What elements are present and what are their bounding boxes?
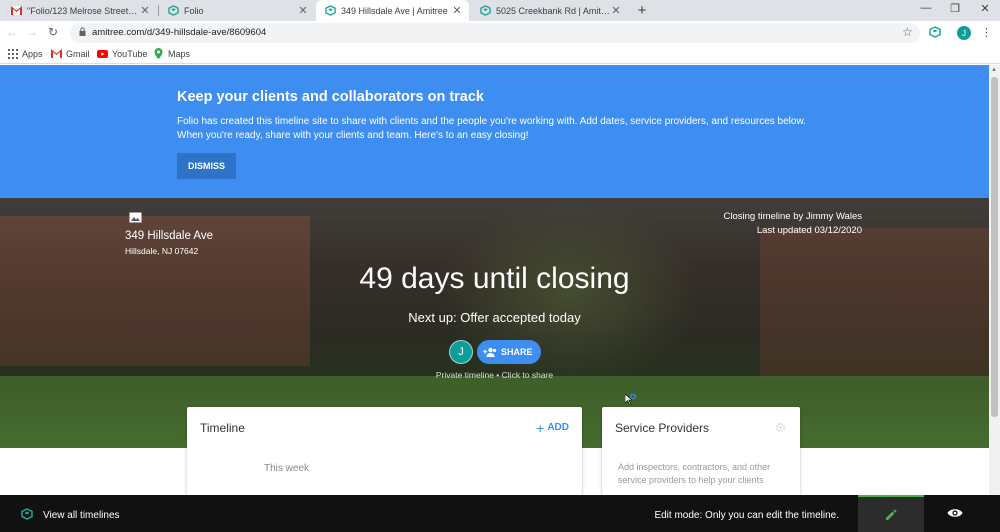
- gmail-icon: [51, 48, 62, 59]
- tab-gmail[interactable]: "Folio/123 Melrose Street" (2) - j ✕: [2, 0, 157, 21]
- pencil-icon: [886, 508, 897, 520]
- property-city: Hillsdale, NJ 07642: [125, 246, 199, 256]
- days-until-closing: 49 days until closing: [359, 262, 630, 295]
- tab-strip: "Folio/123 Melrose Street" (2) - j ✕ Fol…: [0, 0, 1000, 21]
- amitree-icon: [480, 5, 491, 16]
- eye-icon[interactable]: [947, 507, 963, 519]
- next-up-text: Next up: Offer accepted today: [408, 310, 581, 325]
- service-providers-card: Service Providers Add inspectors, contra…: [602, 407, 800, 495]
- timeline-title: Timeline: [200, 421, 245, 435]
- image-icon[interactable]: [129, 212, 142, 223]
- timeline-card: Timeline + ADD This week: [187, 407, 582, 495]
- amitree-icon: [325, 5, 336, 16]
- amitree-logo-icon: [21, 508, 33, 520]
- service-providers-title: Service Providers: [615, 421, 710, 435]
- edit-mode-button[interactable]: [858, 495, 924, 532]
- gmail-icon: [11, 6, 22, 15]
- this-week-label: This week: [264, 463, 310, 474]
- lock-icon: [79, 27, 86, 36]
- dismiss-button[interactable]: DISMISS: [177, 153, 236, 179]
- property-address: 349 Hillsdale Ave: [125, 230, 214, 242]
- maps-pin-icon: [153, 48, 164, 59]
- service-providers-text: Add inspectors, contractors, and other s…: [618, 462, 771, 485]
- folio-icon: [168, 5, 179, 16]
- scroll-thumb[interactable]: [991, 77, 998, 417]
- window-close-icon[interactable]: ✕: [975, 2, 995, 15]
- bookmark-star-icon[interactable]: ☆: [902, 25, 913, 39]
- url-text: amitree.com/d/349-hillsdale-ave/8609604: [92, 27, 267, 38]
- bookmark-label: Maps: [168, 48, 191, 59]
- page-scrollbar[interactable]: ▲: [989, 65, 1000, 495]
- close-icon[interactable]: ✕: [610, 4, 622, 17]
- bookmark-maps[interactable]: Maps: [153, 48, 190, 59]
- last-updated: Last updated 03/12/2020: [756, 225, 862, 236]
- share-label: SHARE: [501, 347, 533, 357]
- user-avatar[interactable]: J: [449, 340, 473, 364]
- bookmark-label: Gmail: [66, 48, 90, 59]
- apps-grid-icon: [7, 48, 18, 59]
- new-tab-icon[interactable]: +: [634, 2, 650, 19]
- maximize-icon[interactable]: ❐: [945, 2, 965, 15]
- scroll-up-icon[interactable]: ▲: [991, 67, 997, 73]
- bookmarks-bar: Apps Gmail YouTube Maps: [0, 45, 1000, 64]
- private-timeline-text[interactable]: Private timeline • Click to share: [0, 370, 989, 380]
- tab-hillsdale[interactable]: 349 Hillsdale Ave | Amitree ✕: [316, 0, 469, 21]
- add-label: ADD: [547, 422, 569, 433]
- reload-icon[interactable]: ↻: [45, 25, 61, 39]
- add-people-icon: [483, 347, 497, 357]
- close-icon[interactable]: ✕: [139, 4, 151, 17]
- tab-title: Folio: [184, 5, 204, 16]
- youtube-icon: [97, 48, 108, 59]
- tab-title: 349 Hillsdale Ave | Amitree: [341, 5, 448, 16]
- plus-icon: +: [536, 419, 545, 436]
- address-bar[interactable]: amitree.com/d/349-hillsdale-ave/8609604 …: [70, 23, 920, 43]
- bookmark-label: Apps: [22, 48, 43, 59]
- close-icon[interactable]: ✕: [297, 4, 309, 17]
- closing-timeline-by: Closing timeline by Jimmy Wales: [723, 211, 863, 222]
- bookmark-gmail[interactable]: Gmail: [51, 48, 90, 59]
- view-all-timelines-link[interactable]: View all timelines: [43, 510, 120, 521]
- share-button[interactable]: SHARE: [477, 340, 541, 364]
- busy-cursor-icon: [625, 394, 636, 406]
- close-icon[interactable]: ✕: [451, 4, 463, 17]
- minimize-icon[interactable]: —: [916, 2, 936, 14]
- edit-mode-text: Edit mode: Only you can edit the timelin…: [654, 510, 839, 521]
- add-timeline-item-button[interactable]: + ADD: [536, 419, 569, 436]
- gear-icon[interactable]: [775, 422, 786, 433]
- tab-creekbank[interactable]: 5025 Creekbank Rd | Amitree ✕: [471, 0, 628, 21]
- bookmark-apps[interactable]: Apps: [7, 48, 43, 59]
- bottom-bar: View all timelines Edit mode: Only you c…: [0, 495, 1000, 532]
- share-row: J SHARE: [449, 340, 541, 364]
- forward-arrow-icon[interactable]: →: [24, 25, 40, 39]
- banner-title: Keep your clients and collaborators on t…: [177, 89, 484, 105]
- browser-toolbar: ← → ↻ amitree.com/d/349-hillsdale-ave/86…: [0, 21, 1000, 45]
- tab-folio[interactable]: Folio ✕: [159, 0, 315, 21]
- house-photo-right: [760, 228, 989, 378]
- banner-text: Folio has created this timeline site to …: [177, 116, 806, 141]
- back-arrow-icon[interactable]: ←: [4, 25, 20, 39]
- page-content: Keep your clients and collaborators on t…: [0, 65, 989, 495]
- bookmark-youtube[interactable]: YouTube: [97, 48, 147, 59]
- tab-title: "Folio/123 Melrose Street" (2) - j: [27, 5, 139, 16]
- amitree-extension-icon[interactable]: [929, 26, 941, 38]
- more-menu-icon[interactable]: ⋮: [981, 26, 992, 39]
- bookmark-label: YouTube: [112, 48, 148, 59]
- onboarding-banner: Keep your clients and collaborators on t…: [0, 65, 989, 198]
- browser-window: "Folio/123 Melrose Street" (2) - j ✕ Fol…: [0, 0, 1000, 532]
- profile-avatar[interactable]: J: [957, 26, 971, 40]
- tab-title: 5025 Creekbank Rd | Amitree: [496, 5, 610, 16]
